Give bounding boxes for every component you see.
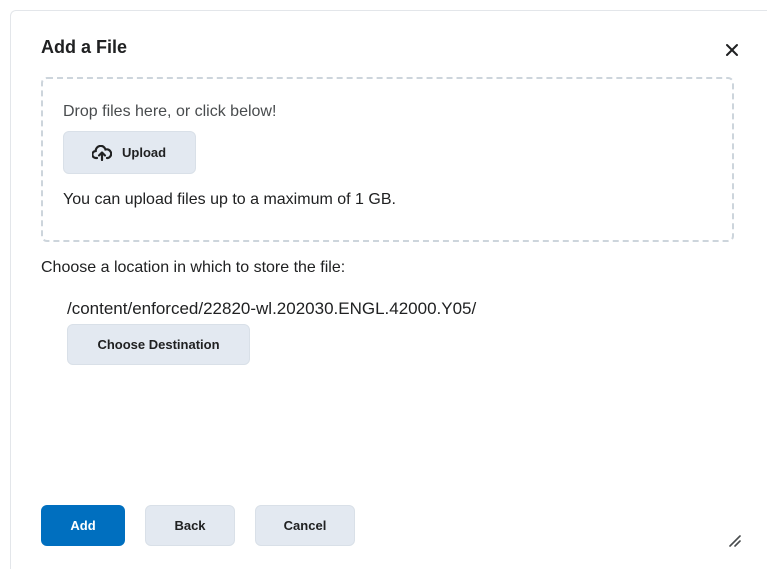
destination-path: /content/enforced/22820-wl.202030.ENGL.4…	[67, 299, 477, 318]
file-dropzone[interactable]: Drop files here, or click below! Upload …	[41, 77, 734, 242]
dialog-title: Add a File	[41, 37, 128, 57]
location-label: Choose a location in which to store the …	[41, 259, 346, 276]
dropzone-instruction: Drop files here, or click below!	[63, 103, 277, 120]
resize-handle-icon[interactable]	[727, 533, 741, 547]
back-button[interactable]: Back	[145, 505, 235, 546]
close-icon[interactable]	[721, 39, 743, 61]
cloud-upload-icon	[91, 144, 113, 162]
add-file-dialog: Add a File Drop files here, or click bel…	[10, 10, 767, 569]
upload-limit-text: You can upload files up to a maximum of …	[63, 191, 396, 208]
choose-destination-button[interactable]: Choose Destination	[67, 324, 250, 365]
add-button[interactable]: Add	[41, 505, 125, 546]
upload-button[interactable]: Upload	[63, 131, 196, 174]
upload-button-label: Upload	[122, 145, 167, 160]
cancel-button[interactable]: Cancel	[255, 505, 355, 546]
